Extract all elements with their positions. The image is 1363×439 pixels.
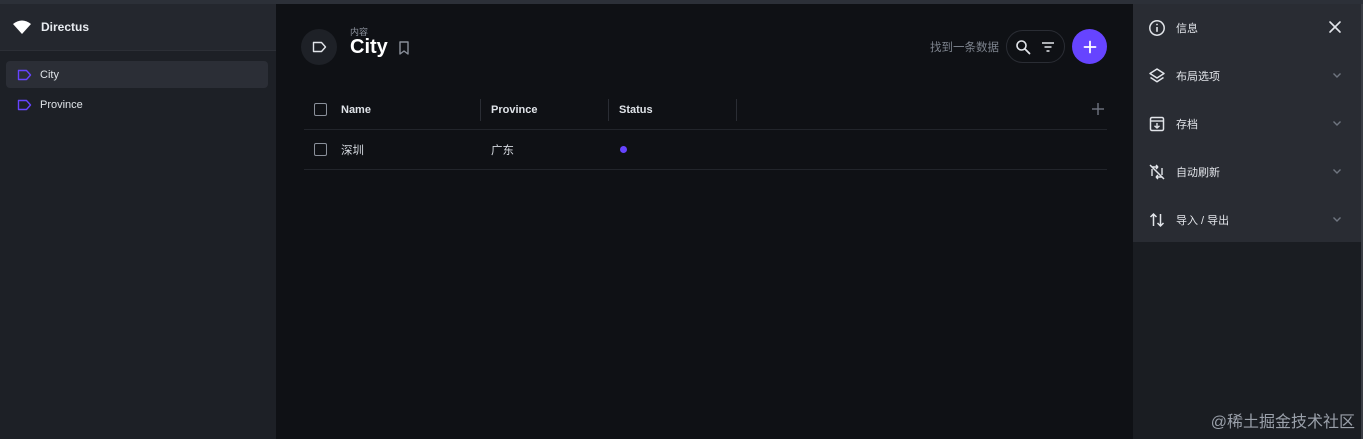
bookmark-icon[interactable] xyxy=(397,40,411,56)
sidebar-item-province[interactable]: Province xyxy=(6,91,268,118)
label-tag-icon xyxy=(17,99,32,110)
create-item-button[interactable] xyxy=(1072,29,1107,64)
sidebar: Directus City Province xyxy=(0,4,276,439)
wifi-logo-icon xyxy=(13,20,31,34)
sidebar-item-label: Province xyxy=(40,98,83,111)
items-table: Name Province Status 深圳 广东 xyxy=(304,90,1107,170)
table-row[interactable]: 深圳 广东 xyxy=(304,130,1107,170)
panel-item-label: 存档 xyxy=(1176,119,1198,131)
panel-item-import-export[interactable]: 导入 / 导出 xyxy=(1133,196,1361,244)
panel-item-label: 布局选项 xyxy=(1176,71,1220,83)
plus-icon xyxy=(1083,40,1096,53)
sidebar-item-city[interactable]: City xyxy=(6,61,268,88)
label-tag-icon xyxy=(17,69,32,80)
brand-name: Directus xyxy=(41,20,90,34)
sync-disabled-icon xyxy=(1149,164,1165,180)
sidebar-detail-panel: 信息 布局选项 存档 自动刷新 导入 / 导出 xyxy=(1133,4,1361,242)
status-dot xyxy=(620,146,627,153)
panel-item-label: 自动刷新 xyxy=(1176,167,1220,179)
panel-item-auto-refresh[interactable]: 自动刷新 xyxy=(1133,148,1361,196)
chevron-down-icon xyxy=(1333,169,1341,174)
column-header-status[interactable]: Status xyxy=(619,98,737,121)
main-content: 内容 City 找到一条数据 Name Province Status 深圳 广… xyxy=(276,4,1133,439)
chevron-down-icon xyxy=(1333,73,1341,78)
panel-item-label: 导入 / 导出 xyxy=(1176,215,1230,227)
brand-header[interactable]: Directus xyxy=(0,4,276,51)
panel-item-archive[interactable]: 存档 xyxy=(1133,100,1361,148)
search-placeholder[interactable]: 找到一条数据 xyxy=(930,39,999,55)
panel-item-label: 信息 xyxy=(1176,23,1198,35)
panel-item-info[interactable]: 信息 xyxy=(1133,4,1361,52)
search-filter-group xyxy=(1006,30,1065,63)
select-all-checkbox[interactable] xyxy=(314,103,327,116)
close-icon[interactable] xyxy=(1327,19,1343,35)
row-checkbox[interactable] xyxy=(314,143,327,156)
chevron-down-icon xyxy=(1333,217,1341,222)
chevron-down-icon xyxy=(1333,121,1341,126)
table-header: Name Province Status xyxy=(304,90,1107,130)
collection-nav: City Province xyxy=(0,51,276,118)
column-header-name[interactable]: Name xyxy=(341,98,481,121)
column-header-province[interactable]: Province xyxy=(491,98,609,121)
search-icon[interactable] xyxy=(1015,39,1031,55)
cell-name: 深圳 xyxy=(341,144,364,157)
info-icon xyxy=(1149,20,1165,36)
cell-province: 广东 xyxy=(491,144,514,157)
sidebar-item-label: City xyxy=(40,68,59,81)
watermark: @稀土掘金技术社区 xyxy=(1210,414,1355,431)
collection-icon-button[interactable] xyxy=(301,29,337,65)
add-column-icon[interactable] xyxy=(1091,102,1105,116)
filter-icon[interactable] xyxy=(1040,39,1056,55)
page-title: City xyxy=(350,36,388,58)
archive-icon xyxy=(1149,116,1165,132)
import-export-icon xyxy=(1149,212,1165,228)
layers-icon xyxy=(1149,68,1165,83)
panel-item-layout-options[interactable]: 布局选项 xyxy=(1133,52,1361,100)
label-tag-icon xyxy=(312,41,326,53)
